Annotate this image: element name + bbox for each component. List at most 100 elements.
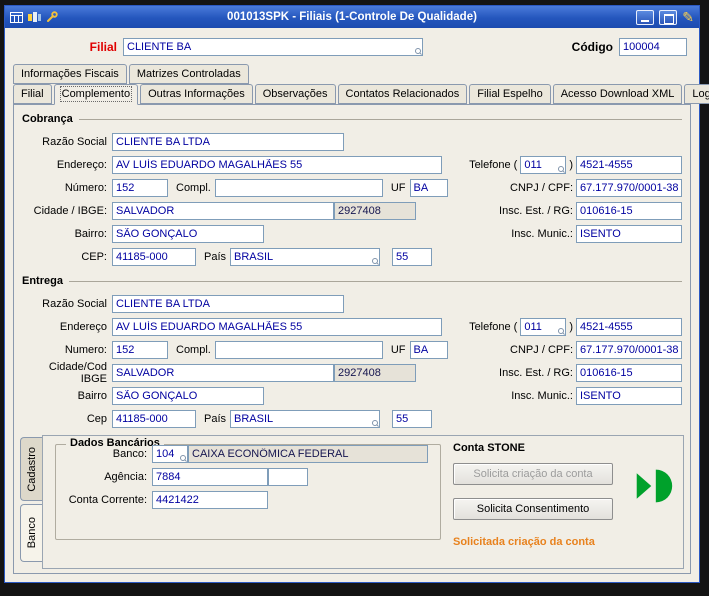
insc-est-label: Insc. Est. / RG: [499,204,573,217]
tab-filial-espelho[interactable]: Filial Espelho [469,84,551,104]
search-icon[interactable] [415,48,422,55]
numero-input[interactable] [112,340,168,359]
insc-est-input[interactable] [576,201,682,220]
cnpj-label: CNPJ / CPF: [510,181,573,194]
ibge-field [334,363,416,382]
table-icon [10,11,23,23]
cobranca-title: Cobrança [22,113,73,125]
app-window: 001013SPK - Filiais (1-Controle De Quali… [4,5,709,583]
minimize-button[interactable] [636,9,655,25]
banco-panel: Dados Bancários Banco: Agência: [42,435,684,569]
search-icon[interactable] [372,419,379,427]
side-tab-banco[interactable]: Banco [20,504,42,562]
cnpj-input[interactable] [576,340,682,359]
search-icon[interactable] [180,455,187,462]
insc-est-label: Insc. Est. / RG: [499,366,573,379]
telefone-input[interactable] [576,317,682,336]
tab-strip: Informações Fiscais Matrizes Controladas… [5,60,709,105]
cep-input[interactable] [112,409,196,428]
tab-observacoes[interactable]: Observações [254,84,336,104]
complemento-panel: Cobrança Razão Social Endereço: Número: … [13,104,691,574]
razao-social-label: Razão Social [42,135,107,148]
solicita-consentimento-button[interactable]: Solicita Consentimento [453,498,613,520]
entrega-group: Entrega Razão Social Endereço Numero: Co… [20,273,684,429]
cnpj-input[interactable] [576,178,682,197]
insc-munic-label: Insc. Munic.: [511,389,573,402]
cep-label: Cep [86,412,107,425]
search-icon[interactable] [372,257,379,265]
pais-input[interactable] [230,247,381,266]
pais-codigo-input[interactable] [392,409,433,428]
telefone-input[interactable] [576,155,682,174]
pais-input[interactable] [230,409,381,428]
search-icon[interactable] [558,165,565,173]
dados-bancarios-title: Dados Bancários [66,437,164,449]
components-icon [28,11,41,23]
insc-munic-input[interactable] [576,386,682,405]
insc-est-input[interactable] [576,363,682,382]
screen: 001013SPK - Filiais (1-Controle De Quali… [0,0,709,596]
banco-nome-field [188,445,428,463]
tab-contatos-relacionados[interactable]: Contatos Relacionados [337,84,468,104]
uf-input[interactable] [409,340,448,359]
cidade-label: Cidade/Cod IBGE [48,360,107,385]
separator-line [68,280,682,282]
edit-pencil-icon[interactable]: ✎ [682,10,694,24]
paren-open: ( [513,158,518,171]
cep-input[interactable] [112,247,196,266]
banco-label: Banco: [112,448,147,460]
cidade-input[interactable] [112,201,334,220]
tab-informacoes-fiscais[interactable]: Informações Fiscais [13,64,127,84]
pais-codigo-input[interactable] [392,247,433,266]
filial-input[interactable] [123,38,423,56]
agencia-digito-input[interactable] [268,468,308,486]
razao-social-input[interactable] [112,294,344,313]
title-bar[interactable]: 001013SPK - Filiais (1-Controle De Quali… [5,6,699,28]
bairro-input[interactable] [112,224,264,243]
agencia-label: Agência: [104,471,147,483]
codigo-input[interactable] [619,38,687,56]
tab-log[interactable]: Log [684,84,709,104]
endereco-input[interactable] [112,155,442,174]
paren-open: ( [513,320,518,333]
numero-input[interactable] [112,178,168,197]
tab-outras-informacoes[interactable]: Outras Informações [140,84,253,104]
tab-complemento[interactable]: Complemento [53,84,139,105]
uf-input[interactable] [409,178,448,197]
telefone-label: Telefone [469,320,511,333]
tab-acesso-download-xml[interactable]: Acesso Download XML [552,84,683,104]
bairro-label: Bairro [77,389,107,402]
codigo-label: Código [571,40,613,54]
window-title: 001013SPK - Filiais (1-Controle De Quali… [227,11,477,23]
wrench-icon[interactable] [46,11,58,23]
compl-label: Compl. [176,181,211,194]
compl-input[interactable] [214,340,383,359]
cidade-input[interactable] [112,363,334,382]
razao-social-label: Razão Social [42,297,107,310]
compl-input[interactable] [214,178,383,197]
endereco-label: Endereço [59,320,107,333]
maximize-button[interactable] [659,9,678,25]
conta-stone-title: Conta STONE [453,442,525,454]
tab-filial[interactable]: Filial [13,84,52,104]
cep-label: CEP: [81,250,107,263]
numero-label: Numero: [64,343,107,356]
conta-corrente-input[interactable] [152,491,268,509]
conta-corrente-label: Conta Corrente: [68,494,147,506]
side-tab-cadastro[interactable]: Cadastro [20,437,42,501]
solicita-criacao-button[interactable]: Solicita criação da conta [453,463,613,485]
filial-label: Filial [89,40,117,54]
razao-social-input[interactable] [112,132,344,151]
entrega-title: Entrega [22,275,63,287]
compl-label: Compl. [176,343,211,356]
pais-label: País [204,250,227,263]
search-icon[interactable] [558,327,565,335]
tab-matrizes-controladas[interactable]: Matrizes Controladas [128,64,249,84]
bairro-input[interactable] [112,386,264,405]
cidade-label: Cidade / IBGE: [33,204,107,217]
telefone-label: Telefone [469,158,511,171]
agencia-input[interactable] [152,468,268,486]
bairro-label: Bairro: [74,227,107,240]
endereco-input[interactable] [112,317,442,336]
insc-munic-input[interactable] [576,224,682,243]
